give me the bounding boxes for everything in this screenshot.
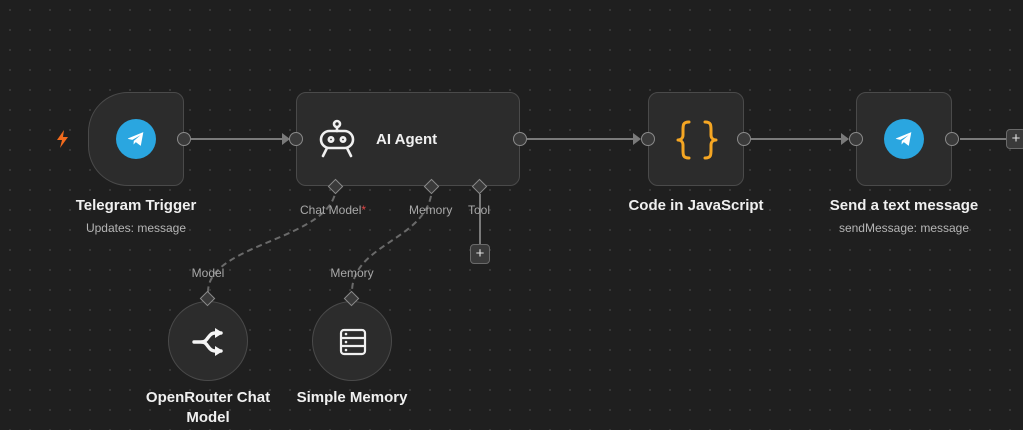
- openrouter-chat-model-node[interactable]: [168, 301, 248, 381]
- telegram-trigger-subtitle: Updates: message: [85, 221, 187, 235]
- ai-agent-output-handle[interactable]: [513, 132, 527, 146]
- memory-port-label: Memory: [409, 203, 453, 217]
- ai-agent-input-handle[interactable]: [289, 132, 303, 146]
- telegram-icon: [116, 119, 156, 159]
- send-message-title: Send a text message: [829, 197, 979, 214]
- openrouter-port-label: Model: [191, 266, 225, 280]
- database-icon: [339, 328, 367, 356]
- arrow-into-send: [841, 133, 849, 145]
- simple-memory-port-label: Memory: [330, 266, 374, 280]
- telegram-trigger-output-handle[interactable]: [177, 132, 191, 146]
- code-output-handle[interactable]: [737, 132, 751, 146]
- openrouter-title-line2: Model: [186, 409, 230, 426]
- telegram-icon: [884, 119, 924, 159]
- curly-braces-icon: [676, 120, 718, 160]
- code-javascript-node[interactable]: [648, 92, 744, 186]
- simple-memory-title: Simple Memory: [296, 389, 408, 406]
- code-javascript-title: Code in JavaScript: [628, 197, 764, 214]
- lightning-bolt-icon: [57, 130, 68, 148]
- tool-port-label: Tool: [468, 203, 491, 217]
- simple-memory-node[interactable]: [312, 301, 392, 381]
- telegram-trigger-title: Telegram Trigger: [75, 197, 197, 214]
- telegram-trigger-node[interactable]: [88, 92, 184, 186]
- add-tool-button[interactable]: +: [470, 244, 490, 264]
- send-message-subtitle: sendMessage: message: [838, 221, 970, 235]
- required-asterisk: *: [361, 203, 367, 217]
- openrouter-icon: [192, 328, 223, 356]
- code-input-handle[interactable]: [641, 132, 655, 146]
- chat-model-port-label: Chat Model*: [300, 203, 366, 217]
- send-message-node[interactable]: [856, 92, 952, 186]
- send-message-output-handle[interactable]: [945, 132, 959, 146]
- add-next-node-button[interactable]: +: [1006, 129, 1023, 149]
- chat-model-port-text: Chat Model: [300, 203, 362, 217]
- ai-agent-title: AI Agent: [376, 131, 438, 148]
- robot-icon: [319, 119, 355, 158]
- ai-agent-node[interactable]: AI Agent: [296, 92, 520, 186]
- send-message-input-handle[interactable]: [849, 132, 863, 146]
- arrow-into-code: [633, 133, 641, 145]
